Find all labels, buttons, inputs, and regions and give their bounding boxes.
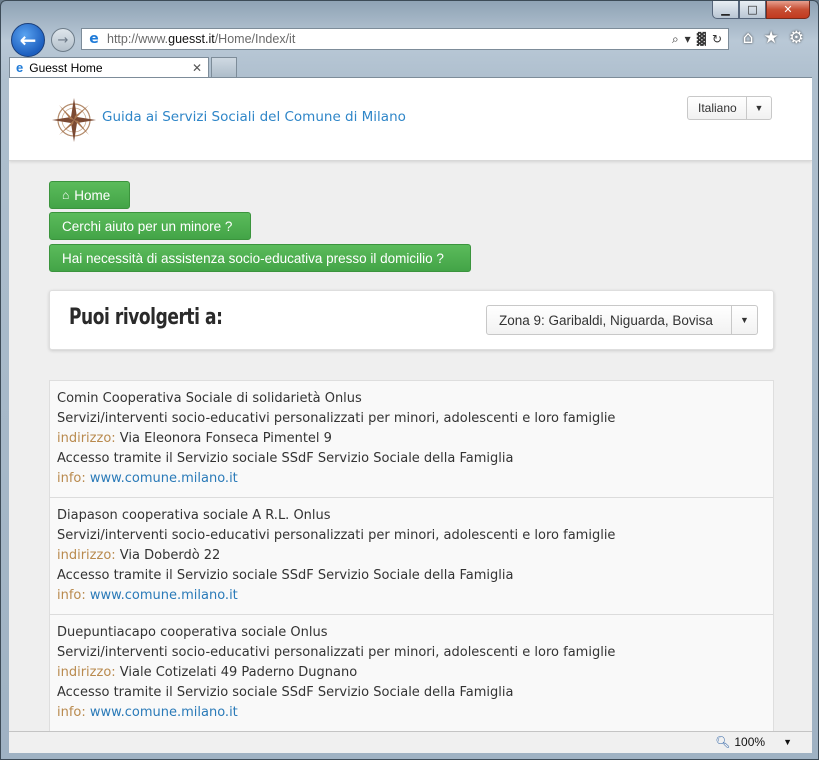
address-bar[interactable]: e http://www.guesst.it/Home/Index/it ⌕ ▾… <box>81 28 729 50</box>
info-label: info: <box>57 705 86 720</box>
maximize-button[interactable]: □ <box>739 1 766 19</box>
info-link[interactable]: www.comune.milano.it <box>90 471 238 486</box>
home-assistance-button[interactable]: Hai necessità di assistenza socio-educat… <box>49 244 471 272</box>
contact-panel: Puoi rivolgerti a: Zona 9: Garibaldi, Ni… <box>49 290 774 350</box>
home-icon[interactable]: ⌂ <box>743 28 754 48</box>
ie-logo-icon: e <box>89 31 99 47</box>
site-header: Guida ai Servizi Sociali del Comune di M… <box>9 78 812 161</box>
address-url[interactable]: http://www.guesst.it/Home/Index/it <box>107 32 672 46</box>
address-value: Viale Cotizelati 49 Paderno Dugnano <box>119 665 358 680</box>
access-line: Accesso tramite il Servizio sociale SSdF… <box>57 568 514 583</box>
ie-logo-icon: e <box>16 60 24 75</box>
service-description: Servizi/interventi socio-educativi perso… <box>57 411 616 426</box>
home-assistance-label: Hai necessità di assistenza socio-educat… <box>62 250 444 266</box>
search-icon[interactable]: ⌕ <box>672 32 679 47</box>
zoom-level: 100% <box>734 735 766 749</box>
info-line: info: www.comune.milano.it <box>57 469 766 489</box>
minor-help-label: Cerchi aiuto per un minore ? <box>62 218 233 234</box>
info-link[interactable]: www.comune.milano.it <box>90 588 238 603</box>
window-controls: ▁ □ ✕ <box>712 1 810 19</box>
tab-title: Guesst Home <box>29 60 103 75</box>
house-icon: ⌂ <box>62 188 70 202</box>
tab-guesst-home[interactable]: e Guesst Home ✕ <box>9 57 209 77</box>
provider-name: Duepuntiacapo cooperativa sociale Onlus <box>57 625 328 640</box>
access-line: Accesso tramite il Servizio sociale SSdF… <box>57 685 514 700</box>
address-line: indirizzo: Via Eleonora Fonseca Pimentel… <box>57 429 766 449</box>
info-line: info: www.comune.milano.it <box>57 703 766 723</box>
refresh-icon[interactable]: ↻ <box>712 32 722 47</box>
language-select[interactable]: Italiano ▼ <box>687 96 772 120</box>
tab-strip: e Guesst Home ✕ <box>9 57 810 77</box>
zoom-magnifier-icon: 🔍︎ <box>715 735 731 749</box>
caret-down-icon: ▼ <box>746 97 771 119</box>
compat-view-icon[interactable]: ▓ <box>697 32 706 47</box>
settings-gear-icon[interactable]: ⚙ <box>789 28 804 48</box>
panel-title: Puoi rivolgerti a: <box>69 305 223 330</box>
new-tab-button[interactable] <box>211 57 237 77</box>
status-bar: 🔍︎ 100% ▼ <box>9 731 812 753</box>
address-tools: ⌕ ▾ ▓ ↻ <box>672 32 728 47</box>
results-list: Comin Cooperativa Sociale di solidarietà… <box>49 380 774 731</box>
info-line: info: www.comune.milano.it <box>57 586 766 606</box>
caret-down-icon: ▼ <box>731 306 757 334</box>
browser-command-icons: ⌂ ★ ⚙ <box>743 28 804 48</box>
provider-name: Diapason cooperativa sociale A R.L. Onlu… <box>57 508 331 523</box>
zoom-dropdown-icon[interactable]: ▼ <box>783 737 792 747</box>
site-title[interactable]: Guida ai Servizi Sociali del Comune di M… <box>102 109 406 125</box>
service-description: Servizi/interventi socio-educativi perso… <box>57 528 616 543</box>
service-description: Servizi/interventi socio-educativi perso… <box>57 645 616 660</box>
minor-help-button[interactable]: Cerchi aiuto per un minore ? <box>49 212 251 240</box>
navigation-bar: ← → e http://www.guesst.it/Home/Index/it… <box>9 23 810 57</box>
list-item: Diapason cooperativa sociale A R.L. Onlu… <box>50 498 773 615</box>
compass-rose-logo-icon[interactable] <box>51 97 97 143</box>
minimize-button[interactable]: ▁ <box>712 1 739 19</box>
page-viewport: Guida ai Servizi Sociali del Comune di M… <box>9 77 812 731</box>
zone-select[interactable]: Zona 9: Garibaldi, Niguarda, Bovisa ▼ <box>486 305 758 335</box>
close-tab-icon[interactable]: ✕ <box>192 61 202 75</box>
list-item: Comin Cooperativa Sociale di solidarietà… <box>50 381 773 498</box>
favorites-star-icon[interactable]: ★ <box>764 28 779 48</box>
address-line: indirizzo: Via Doberdò 22 <box>57 546 766 566</box>
forward-arrow-icon[interactable]: → <box>51 28 75 52</box>
info-label: info: <box>57 588 86 603</box>
close-window-button[interactable]: ✕ <box>766 1 810 19</box>
address-value: Via Eleonora Fonseca Pimentel 9 <box>119 431 332 446</box>
dropdown-arrow-icon[interactable]: ▾ <box>685 32 691 47</box>
address-label: indirizzo: <box>57 431 116 446</box>
address-label: indirizzo: <box>57 665 116 680</box>
home-button-label: Home <box>74 187 111 203</box>
list-item: Duepuntiacapo cooperativa sociale Onlus … <box>50 615 773 731</box>
address-line: indirizzo: Viale Cotizelati 49 Paderno D… <box>57 663 766 683</box>
address-value: Via Doberdò 22 <box>119 548 221 563</box>
access-line: Accesso tramite il Servizio sociale SSdF… <box>57 451 514 466</box>
home-button[interactable]: ⌂ Home <box>49 181 130 209</box>
back-arrow-icon[interactable]: ← <box>11 23 45 57</box>
address-label: indirizzo: <box>57 548 116 563</box>
provider-name: Comin Cooperativa Sociale di solidarietà… <box>57 391 362 406</box>
zoom-control[interactable]: 🔍︎ 100% ▼ <box>715 735 792 749</box>
zone-value: Zona 9: Garibaldi, Niguarda, Bovisa <box>499 312 713 328</box>
browser-window: ▁ □ ✕ ← → e http://www.guesst.it/Home/In… <box>0 0 819 760</box>
language-value: Italiano <box>698 101 737 115</box>
info-link[interactable]: www.comune.milano.it <box>90 705 238 720</box>
info-label: info: <box>57 471 86 486</box>
